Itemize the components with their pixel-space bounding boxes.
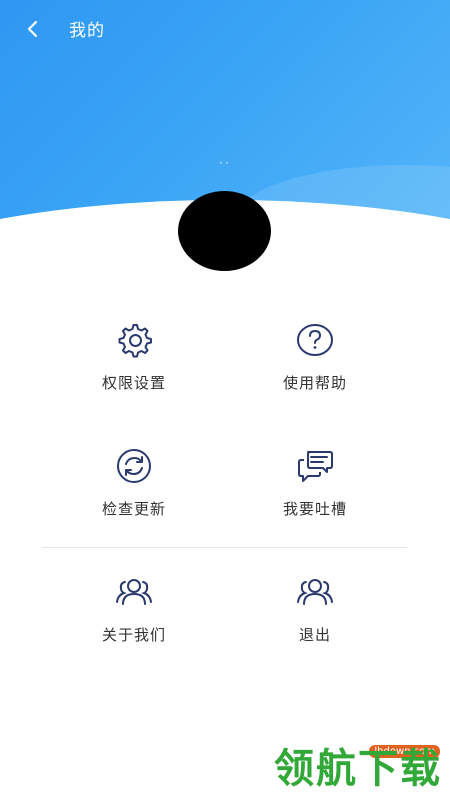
top-bar: 我的 [0,0,450,56]
page-title: 我的 [69,21,105,41]
chat-bubbles-icon [298,451,333,482]
group-icon [116,579,152,605]
chevron-left-icon [27,20,38,38]
logout-group-icon [297,579,333,605]
about-us-button[interactable]: 关于我们 [44,572,224,662]
menu-label: 检查更新 [101,500,166,518]
help-circle-icon [297,324,333,356]
menu-label: 权限设置 [101,374,166,392]
check-update-button[interactable]: 检查更新 [44,446,224,536]
back-button[interactable] [18,14,48,44]
watermark-logo: 领航下载 [274,746,442,792]
feedback-button[interactable]: 我要吐槽 [225,446,405,536]
refresh-icon [117,449,151,483]
permission-settings-button[interactable]: 权限设置 [44,320,224,410]
menu-label: 退出 [298,626,331,644]
avatar[interactable] [178,191,271,271]
menu-label: 我要吐槽 [282,500,347,518]
logout-button[interactable]: 退出 [225,572,405,662]
gear-icon [118,324,152,358]
menu-label: 使用帮助 [282,374,347,392]
username: ·· [219,156,231,170]
menu-label: 关于我们 [101,626,166,644]
help-button[interactable]: 使用帮助 [225,320,405,410]
divider [42,547,407,548]
